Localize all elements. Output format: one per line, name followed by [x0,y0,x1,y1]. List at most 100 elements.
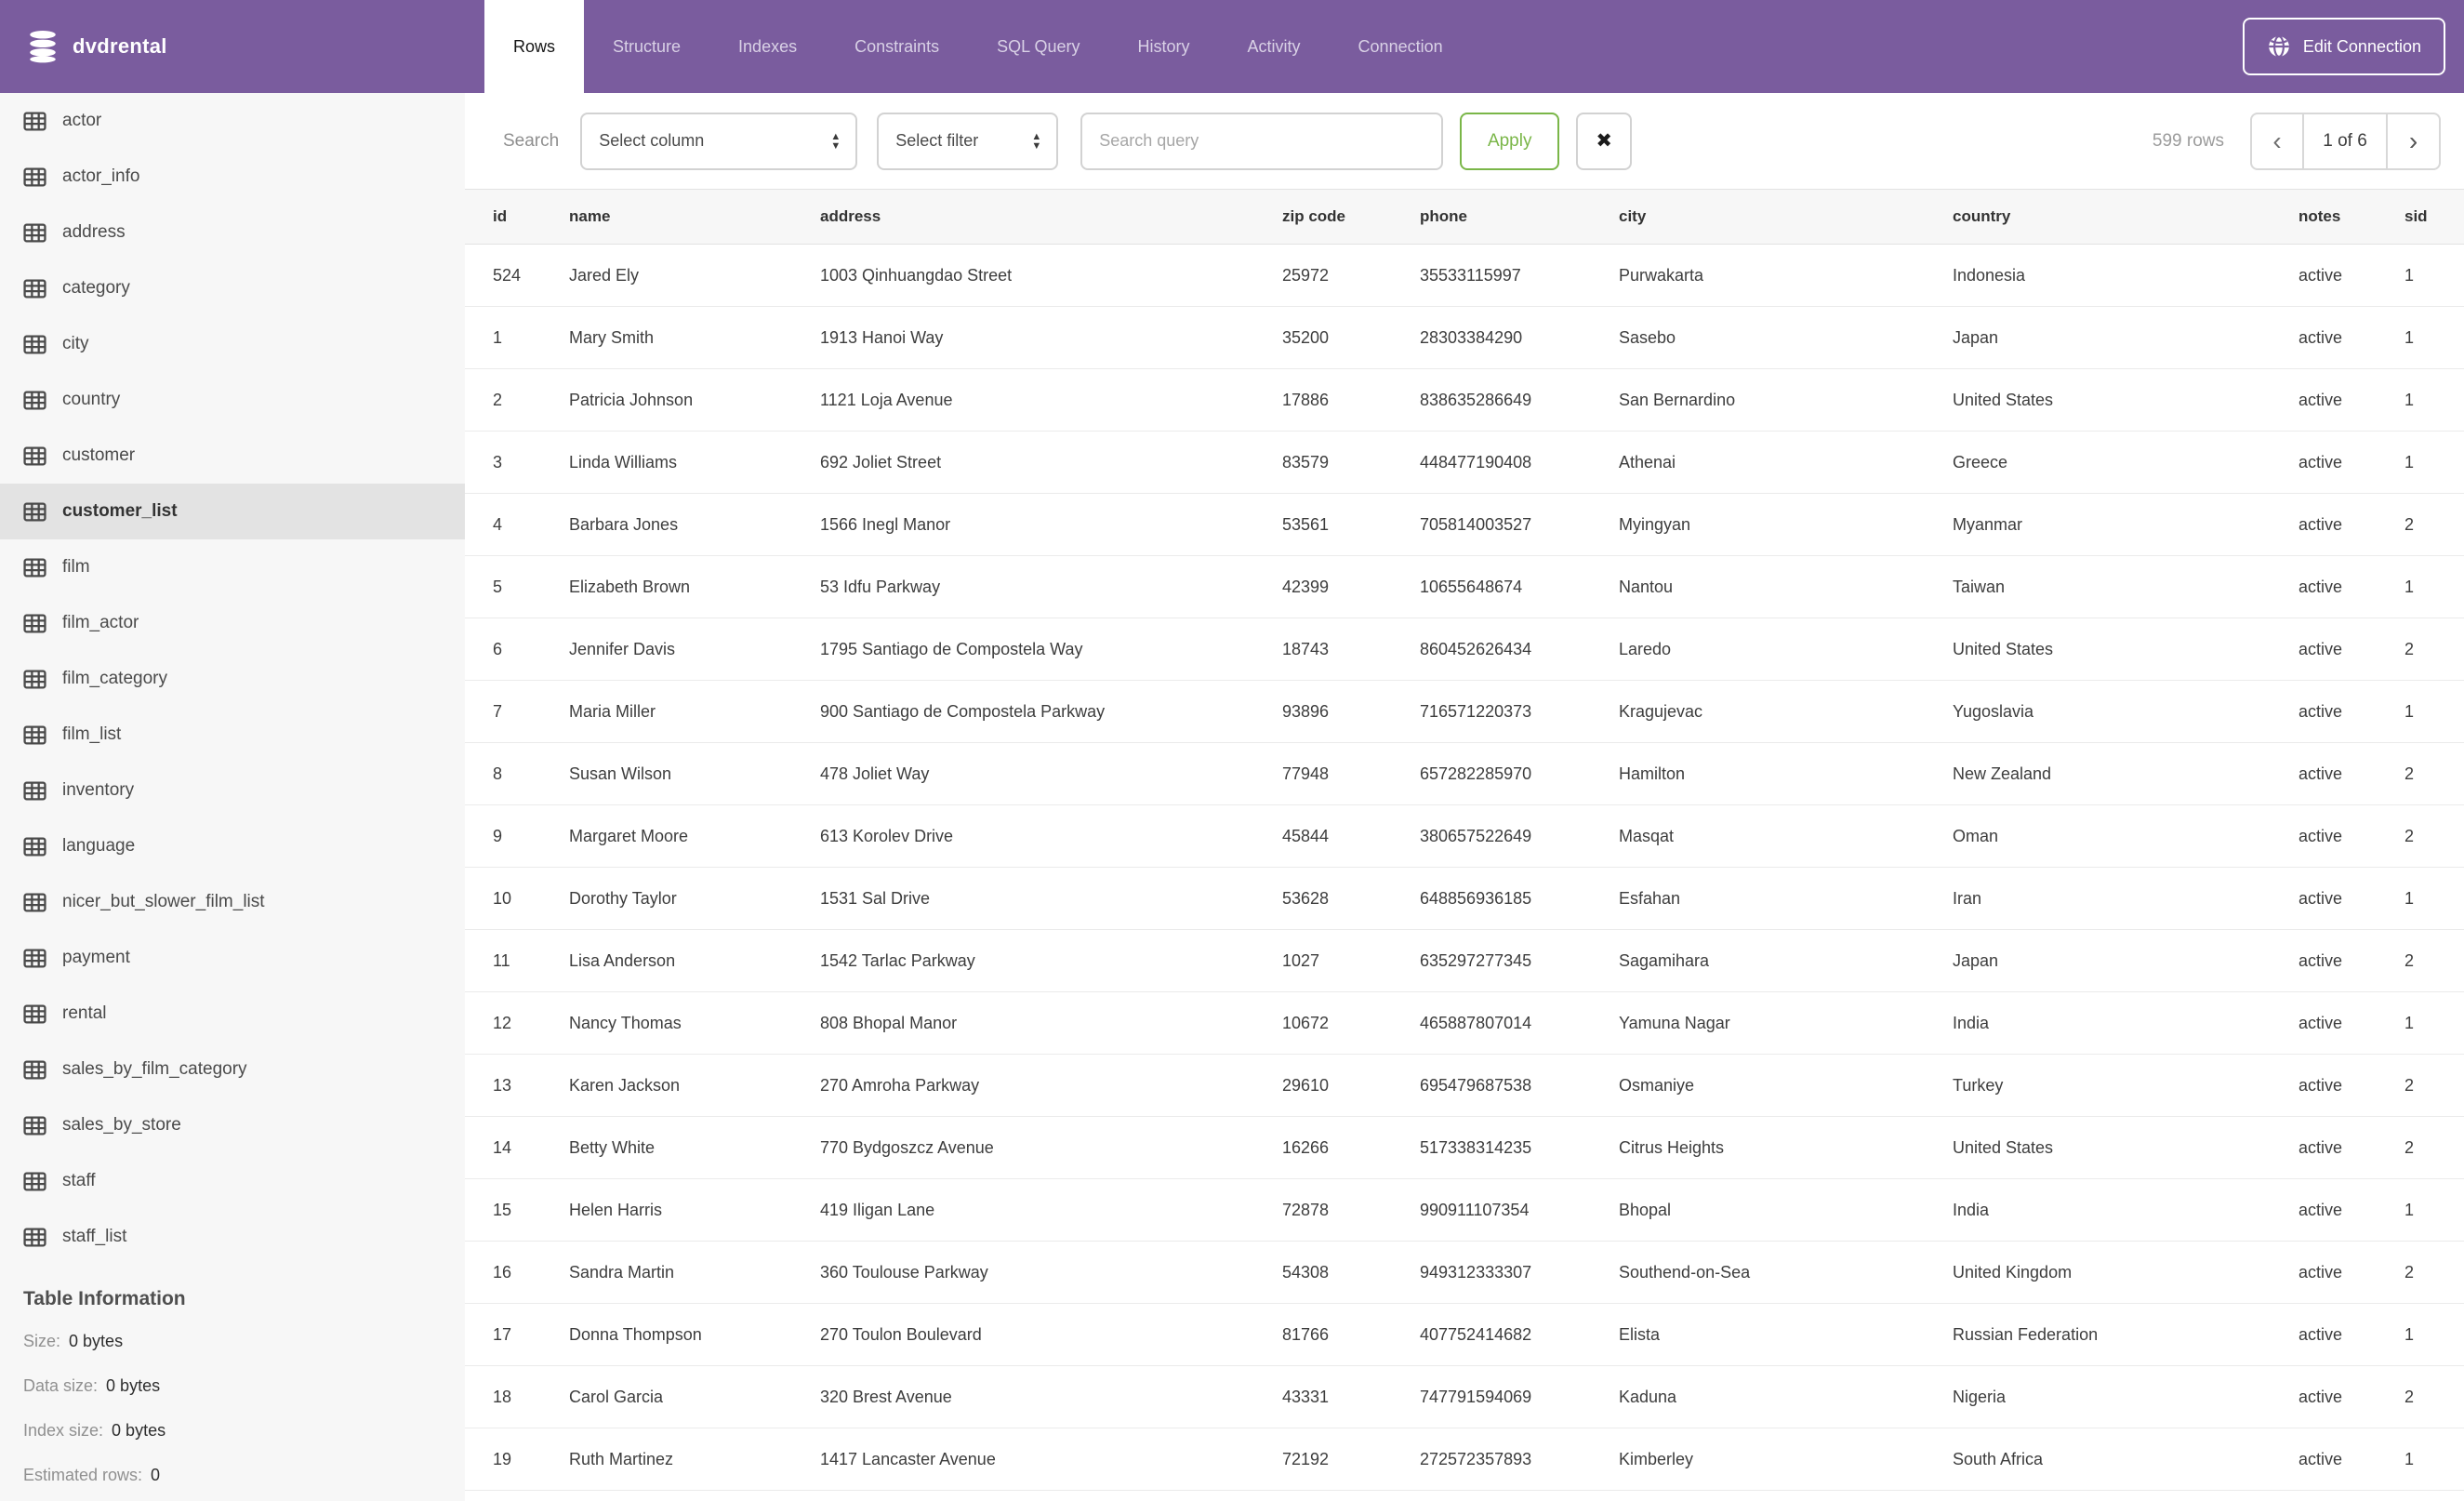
cell-id: 17 [465,1303,569,1366]
filter-select[interactable]: Select filter ▲ ▼ [877,112,1059,170]
table-name-label: film_actor [62,613,139,632]
tab-sql-query[interactable]: SQL Query [968,0,1108,93]
apply-button[interactable]: Apply [1460,112,1560,170]
table-row[interactable]: 16 Sandra Martin 360 Toulouse Parkway 54308… [465,1241,2464,1304]
cell-country: Turkey [1953,1054,2298,1117]
table-name-label: film [62,557,90,577]
sidebar-item-address[interactable]: address [0,205,465,260]
table-row[interactable]: 2 Patricia Johnson 1121 Loja Avenue 17886 83… [465,368,2464,432]
cell-phone: 465887807014 [1420,991,1619,1055]
cell-name: Margaret Moore [569,804,820,868]
table-row[interactable]: 13 Karen Jackson 270 Amroha Parkway 29610 69… [465,1054,2464,1117]
next-page-button[interactable]: › [2388,114,2439,168]
table-row[interactable]: 6 Jennifer Davis 1795 Santiago de Composte… [465,618,2464,681]
table-icon [23,112,46,130]
tab-history[interactable]: History [1109,0,1219,93]
cell-address: 1417 Lancaster Avenue [820,1428,1282,1491]
tab-indexes[interactable]: Indexes [709,0,826,93]
sidebar-item-language[interactable]: language [0,818,465,874]
cell-sid: 1 [2404,306,2464,369]
table-icon [23,1060,46,1079]
sidebar-item-inventory[interactable]: inventory [0,763,465,818]
search-query-input[interactable] [1080,112,1444,170]
table-row[interactable]: 1 Mary Smith 1913 Hanoi Way 35200 2830338429… [465,306,2464,369]
cell-id: 9 [465,804,569,868]
cell-id: 10 [465,867,569,930]
previous-page-button[interactable]: ‹ [2252,113,2304,168]
sidebar-item-sales-by-film-category[interactable]: sales_by_film_category [0,1042,465,1097]
sidebar-item-city[interactable]: city [0,316,465,372]
sidebar-item-actor[interactable]: actor [0,93,465,149]
sidebar-item-actor-info[interactable]: actor_info [0,149,465,205]
table-row[interactable]: 14 Betty White 770 Bydgoszcz Avenue 16266 51… [465,1116,2464,1179]
tab-connection[interactable]: Connection [1330,0,1472,93]
cell-country: Oman [1953,804,2298,868]
sidebar-item-customer-list[interactable]: customer_list [0,484,465,539]
table-row[interactable]: 8 Susan Wilson 478 Joliet Way 77948 65728228… [465,742,2464,805]
cell-country: Yugoslavia [1953,680,2298,743]
table-icon [23,1172,46,1190]
table-row[interactable]: 11 Lisa Anderson 1542 Tarlac Parkway 1027 63… [465,929,2464,992]
table-row[interactable]: 15 Helen Harris 419 Iligan Lane 72878 990911… [465,1178,2464,1242]
cell-name: Carol Garcia [569,1365,820,1428]
tab-constraints[interactable]: Constraints [826,0,968,93]
table-icon [23,1116,46,1135]
tab-activity[interactable]: Activity [1219,0,1330,93]
cell-sid: 1 [2404,991,2464,1055]
cell-city: Elista [1619,1303,1953,1366]
sidebar-item-rental[interactable]: rental [0,986,465,1042]
table-name-label: category [62,278,130,298]
sidebar-item-staff[interactable]: staff [0,1153,465,1209]
cell-city: Masqat [1619,804,1953,868]
column-select[interactable]: Select column ▲ ▼ [580,112,858,170]
sidebar-item-staff-list[interactable]: staff_list [0,1209,465,1265]
sidebar-item-film-actor[interactable]: film_actor [0,595,465,651]
cell-zip-code: 16266 [1282,1116,1420,1179]
table-row[interactable]: 19 Ruth Martinez 1417 Lancaster Avenue 7219… [465,1428,2464,1491]
tab-rows[interactable]: Rows [484,0,585,93]
cell-sid: 1 [2404,555,2464,618]
sidebar-item-nicer-but-slower-film-list[interactable]: nicer_but_slower_film_list [0,874,465,930]
table-row[interactable]: 7 Maria Miller 900 Santiago de Compostela … [465,680,2464,743]
table-name-label: film_category [62,669,167,688]
table-name-label: country [62,390,121,409]
sidebar-item-customer[interactable]: customer [0,428,465,484]
cell-country: United States [1953,1116,2298,1179]
top-bar: dvdrental Rows Structure Indexes Constraint… [0,0,2464,93]
cell-city: Kimberley [1619,1428,1953,1491]
table-row[interactable]: 4 Barbara Jones 1566 Inegl Manor 53561 70581… [465,493,2464,556]
table-row[interactable]: 3 Linda Williams 692 Joliet Street 83579 448… [465,431,2464,494]
cell-zip-code: 93896 [1282,680,1420,743]
table-row[interactable]: 9 Margaret Moore 613 Korolev Drive 45844 380… [465,804,2464,868]
table-row[interactable]: 17 Donna Thompson 270 Toulon Boulevard 8176… [465,1303,2464,1366]
table-row[interactable]: 10 Dorothy Taylor 1531 Sal Drive 53628 64885… [465,867,2464,930]
table-row[interactable]: 524 Jared Ely 1003 Qinhuangdao Street 25972… [465,244,2464,307]
sidebar-item-category[interactable]: category [0,260,465,316]
cell-zip-code: 83579 [1282,431,1420,494]
cell-notes: active [2298,1365,2404,1428]
cell-address: 1531 Sal Drive [820,867,1282,930]
clear-search-button[interactable]: ✖ [1576,112,1633,170]
cell-phone: 747791594069 [1420,1365,1619,1428]
table-name-label: nicer_but_slower_film_list [62,892,265,911]
cell-notes: active [2298,1116,2404,1179]
cell-id: 14 [465,1116,569,1179]
sidebar-item-payment[interactable]: payment [0,930,465,986]
cell-notes: active [2298,431,2404,494]
table-row[interactable]: 5 Elizabeth Brown 53 Idfu Parkway 42399 1065… [465,555,2464,618]
cell-notes: active [2298,991,2404,1055]
table-row[interactable]: 18 Carol Garcia 320 Brest Avenue 43331 74779… [465,1365,2464,1428]
cell-zip-code: 25972 [1282,244,1420,307]
select-arrows-icon: ▲ ▼ [830,130,841,152]
sidebar-item-film-list[interactable]: film_list [0,707,465,763]
database-name: dvdrental [73,34,167,58]
sidebar-item-country[interactable]: country [0,372,465,428]
sidebar-item-film-category[interactable]: film_category [0,651,465,707]
table-row[interactable]: 12 Nancy Thomas 808 Bhopal Manor 10672 46588… [465,991,2464,1055]
cell-address: 270 Amroha Parkway [820,1054,1282,1117]
tab-structure[interactable]: Structure [584,0,709,93]
sidebar-item-sales-by-store[interactable]: sales_by_store [0,1097,465,1153]
sidebar-item-film[interactable]: film [0,539,465,595]
cell-sid: 2 [2404,804,2464,868]
edit-connection-button[interactable]: Edit Connection [2242,18,2445,75]
